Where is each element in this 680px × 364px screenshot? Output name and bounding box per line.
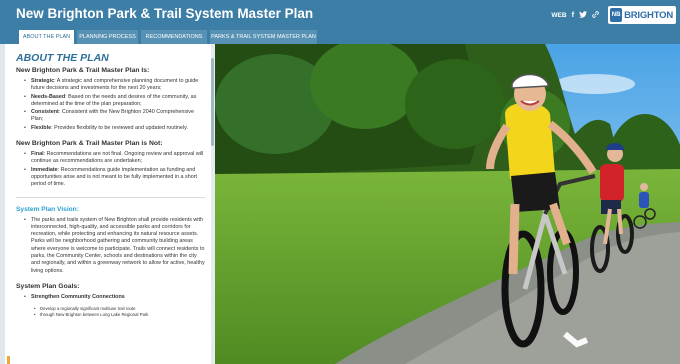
is-list: Strategic: A strategic and comprehensive… [24, 78, 205, 132]
header-bar: New Brighton Park & Trail System Master … [0, 0, 680, 30]
list-item: The parks and trails system of New Brigh… [24, 217, 205, 275]
list-item: Consistent: Consistent with the New Brig… [24, 109, 205, 124]
list-item: Immediate: Recommendations guide impleme… [24, 167, 205, 189]
list-item: Strategic: A strategic and comprehensive… [24, 78, 205, 93]
tab-bar: ABOUT THE PLAN PLANNING PROCESS RECOMMEN… [0, 30, 680, 44]
vision-list: The parks and trails system of New Brigh… [24, 217, 205, 275]
app-title: New Brighton Park & Trail System Master … [16, 6, 314, 21]
city-logo-text: BRIGHTON [624, 9, 673, 21]
section-marker [7, 356, 10, 364]
goals-list: Strengthen Community Connections [24, 294, 205, 302]
city-logo-mark: NB [610, 8, 623, 22]
hero-photo [215, 44, 680, 364]
twitter-icon[interactable] [579, 10, 588, 20]
list-item: through New Brighton between Long Lake R… [34, 312, 205, 318]
is-heading: New Brighton Park & Trail Master Plan Is… [16, 67, 150, 74]
tab-planning-process[interactable]: PLANNING PROCESS [77, 30, 138, 44]
divider [16, 196, 205, 198]
header-actions: WEB f NB BRIGHTON [551, 6, 676, 24]
tab-about-the-plan[interactable]: ABOUT THE PLAN [19, 30, 74, 44]
panel-title: ABOUT THE PLAN [16, 52, 109, 64]
not-list: Final: Recommendations are not final. On… [24, 151, 205, 188]
list-item: Strengthen Community Connections [24, 294, 205, 302]
facebook-icon[interactable]: f [572, 11, 575, 19]
tab-recommendations[interactable]: RECOMMENDATIONS [141, 30, 207, 44]
not-heading: New Brighton Park & Trail Master Plan is… [16, 140, 163, 148]
city-logo[interactable]: NB BRIGHTON [608, 6, 676, 24]
web-link[interactable]: WEB [551, 12, 566, 19]
goals-heading: System Plan Goals: [16, 282, 80, 290]
vision-heading: System Plan Vision: [16, 205, 79, 213]
list-item: Needs-Based: Based on the needs and desi… [24, 94, 205, 109]
goal-sublist: Develop a regionally significant multius… [34, 306, 205, 318]
list-item: Flexible: Provides flexibility to be rev… [24, 125, 205, 133]
list-item: Final: Recommendations are not final. On… [24, 151, 205, 166]
panel-scrollbar-thumb[interactable] [211, 58, 214, 146]
about-panel: ABOUT THE PLAN New Brighton Park & Trail… [5, 44, 213, 364]
link-icon[interactable] [592, 10, 599, 20]
tab-master-plan[interactable]: PARKS & TRAIL SYSTEM MASTER PLAN [210, 30, 317, 44]
